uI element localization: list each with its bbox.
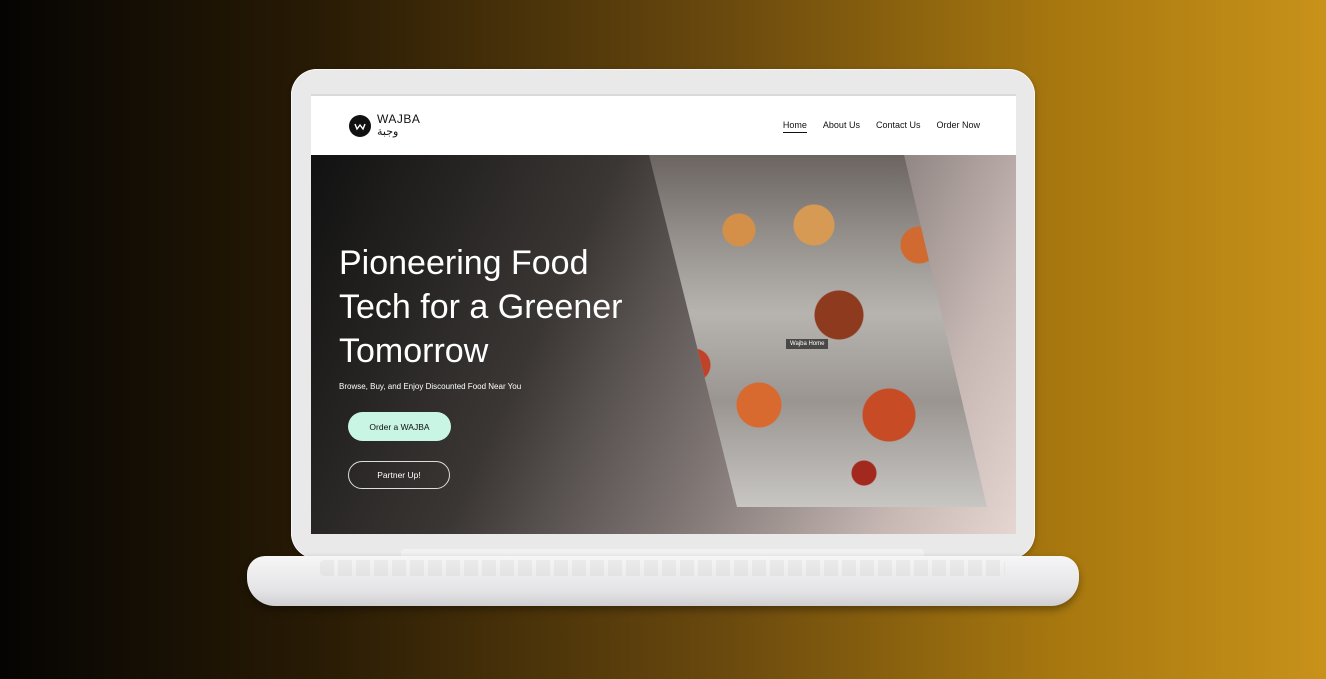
navbar: WAJBA وجبة Home About Us Contact Us Orde… <box>311 94 1016 155</box>
logo-glyph <box>354 123 366 130</box>
image-caption: Wajba Home <box>786 339 829 349</box>
nav-item-about-us[interactable]: About Us <box>823 120 860 133</box>
partner-up-button[interactable]: Partner Up! <box>348 461 450 489</box>
nav-item-home[interactable]: Home <box>782 120 807 133</box>
nav-links: Home About Us Contact Us Order Now <box>782 120 980 133</box>
nav-item-contact-us[interactable]: Contact Us <box>876 120 921 133</box>
laptop-keyboard <box>320 560 1005 576</box>
laptop-screen: WAJBA وجبة Home About Us Contact Us Orde… <box>311 94 1016 534</box>
brand-arabic-name: وجبة <box>377 125 399 138</box>
nav-item-order-now[interactable]: Order Now <box>936 120 980 133</box>
brand-name: WAJBA <box>377 112 421 126</box>
hero-title: Pioneering Food Tech for a Greener Tomor… <box>339 244 623 370</box>
hero-section: Pioneering Food Tech for a Greener Tomor… <box>311 155 1016 534</box>
wajba-logo-icon[interactable] <box>349 115 371 137</box>
food-trays-image <box>649 155 987 507</box>
hero-subtitle: Browse, Buy, and Enjoy Discounted Food N… <box>339 382 522 391</box>
order-wajba-button[interactable]: Order a WAJBA <box>348 412 451 441</box>
